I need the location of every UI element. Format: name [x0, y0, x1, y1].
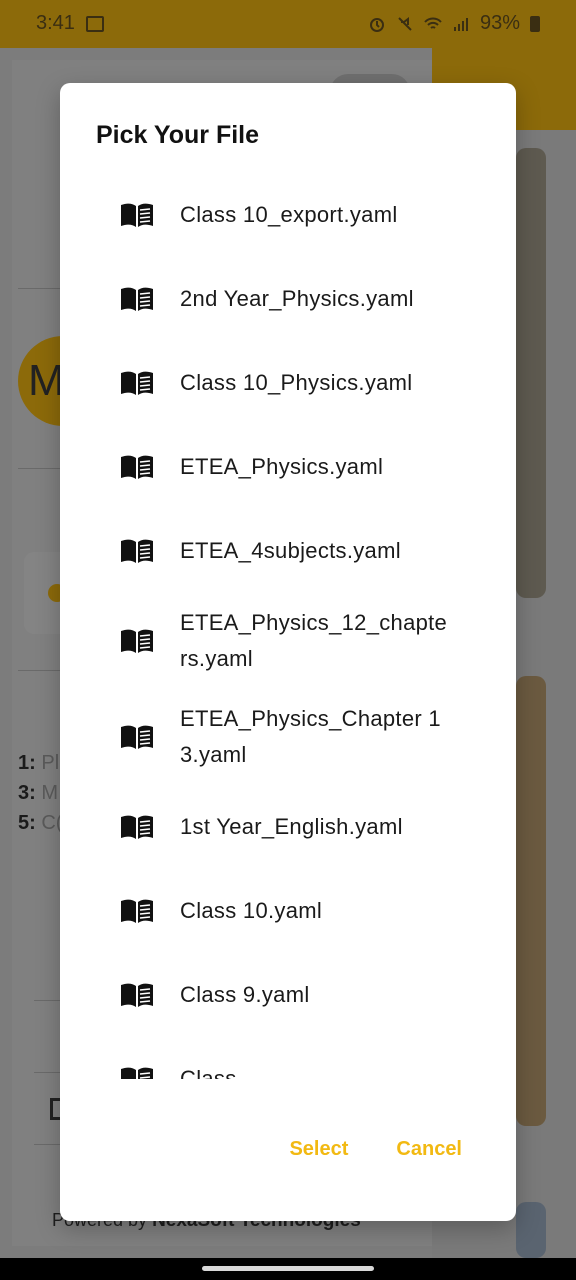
file-name: Class 10_export.yaml	[180, 202, 398, 227]
file-list[interactable]: Class 10_export.yaml 2nd Year_Physics.yam…	[60, 173, 516, 1079]
file-name: Class 10.yaml	[180, 898, 323, 923]
file-list-item[interactable]: ETEA_4subjects.yaml	[60, 509, 516, 593]
legend-number: 5:	[18, 812, 36, 834]
file-list-item[interactable]: Class 10.yaml	[60, 869, 516, 953]
home-handle[interactable]	[202, 1266, 374, 1271]
book-icon	[120, 628, 154, 654]
mute-icon	[398, 16, 412, 31]
status-icons: 93%	[368, 12, 540, 35]
book-icon	[120, 898, 154, 924]
file-name: ETEA_Physics_Chapter 13.yaml	[180, 706, 441, 767]
dialog-actions: Select Cancel	[289, 1138, 462, 1161]
select-button[interactable]: Select	[289, 1138, 348, 1161]
signal-icon	[453, 17, 468, 31]
right-card	[516, 676, 546, 1126]
file-name: 2nd Year_Physics.yaml	[180, 286, 414, 311]
file-name: 1st Year_English.yaml	[180, 814, 403, 839]
book-icon	[120, 982, 154, 1008]
file-name: Class	[180, 1066, 237, 1079]
file-picker-dialog: Pick Your File Class 10_export.yaml 2nd Y…	[60, 83, 516, 1221]
legend-number: 1:	[18, 752, 36, 774]
legend-number: 3:	[18, 782, 36, 804]
file-name: ETEA_4subjects.yaml	[180, 538, 401, 563]
file-list-item[interactable]: Class	[60, 1037, 516, 1079]
book-icon	[120, 454, 154, 480]
status-bar: 3:41 93%	[0, 0, 576, 48]
file-list-item[interactable]: 2nd Year_Physics.yaml	[60, 257, 516, 341]
book-icon	[120, 202, 154, 228]
file-list-item[interactable]: ETEA_Physics_12_chapters.yaml	[60, 593, 516, 689]
status-time: 3:41	[36, 12, 75, 34]
legend-text: M	[41, 782, 59, 804]
file-name: ETEA_Physics.yaml	[180, 454, 384, 479]
book-icon	[120, 724, 154, 750]
file-list-item[interactable]: Class 9.yaml	[60, 953, 516, 1037]
legend: 1: Pl 3: M 5: C(	[18, 748, 62, 838]
wifi-icon	[424, 17, 442, 29]
battery-percent: 93%	[479, 12, 520, 34]
dialog-title: Pick Your File	[96, 121, 260, 149]
alarm-icon	[369, 17, 384, 32]
legend-text: Pl	[41, 752, 60, 774]
file-name: Class 9.yaml	[180, 982, 310, 1007]
file-list-item[interactable]: ETEA_Physics_Chapter 13.yaml	[60, 689, 516, 785]
book-icon	[120, 814, 154, 840]
book-icon	[120, 370, 154, 396]
cancel-button[interactable]: Cancel	[396, 1138, 462, 1161]
right-card	[516, 148, 546, 598]
navigation-bar	[0, 1258, 576, 1280]
file-name: Class 10_Physics.yaml	[180, 370, 413, 395]
book-icon	[120, 286, 154, 312]
book-icon	[120, 1066, 154, 1079]
file-list-item[interactable]: Class 10_Physics.yaml	[60, 341, 516, 425]
book-icon	[120, 538, 154, 564]
file-name: ETEA_Physics_12_chapters.yaml	[180, 610, 448, 671]
right-card	[516, 1202, 546, 1258]
image-icon	[86, 16, 104, 32]
battery-icon	[530, 15, 540, 32]
file-list-item[interactable]: 1st Year_English.yaml	[60, 785, 516, 869]
file-list-item[interactable]: ETEA_Physics.yaml	[60, 425, 516, 509]
file-list-item[interactable]: Class 10_export.yaml	[60, 173, 516, 257]
